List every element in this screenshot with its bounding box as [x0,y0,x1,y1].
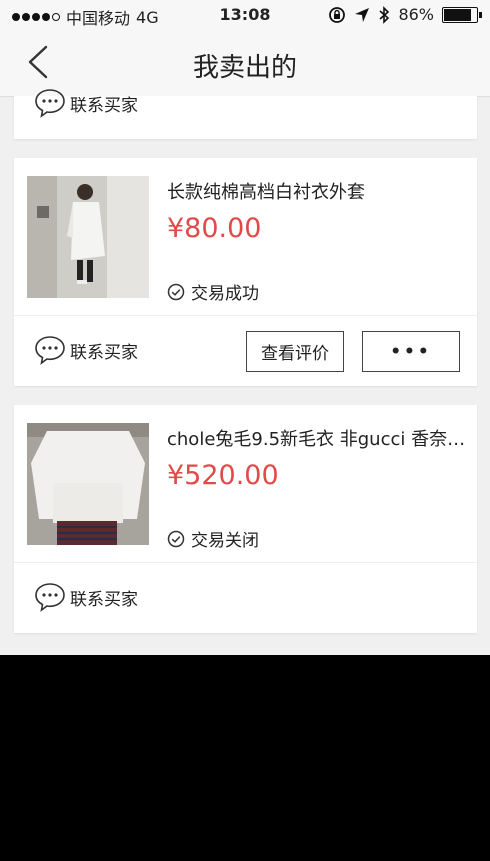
order-status-text: 交易关闭 [191,531,259,551]
rotation-lock-icon [329,6,346,23]
order-card[interactable]: chole兔毛9.5新毛衣 非gucci 香奈… ¥520.00 交易关闭 联系… [14,405,477,633]
battery-percent: 86% [398,5,434,24]
chat-bubble-icon [35,583,65,612]
order-status: 交易成功 [167,279,259,304]
product-name[interactable]: 长款纯棉高档白衬衣外套 [167,178,467,204]
contact-buyer-label: 联系买家 [70,95,138,116]
battery-icon [442,6,482,23]
check-circle-icon [167,283,185,300]
chat-bubble-icon [35,336,65,365]
page-title: 我卖出的 [192,53,297,83]
check-circle-icon [167,530,185,547]
product-image[interactable] [27,176,149,298]
product-image[interactable] [27,423,149,545]
contact-buyer-button[interactable]: 联系买家 [34,88,138,118]
order-card[interactable]: 长款纯棉高档白衬衣外套 ¥80.00 交易成功 联系买家 查看评价 ••• [14,158,477,386]
view-review-button[interactable]: 查看评价 [246,331,344,372]
contact-buyer-button[interactable]: 联系买家 [34,335,138,365]
product-name[interactable]: chole兔毛9.5新毛衣 非gucci 香奈… [167,425,467,451]
product-price: ¥520.00 [167,460,279,491]
nav-bar: 我卖出的 [0,30,490,97]
contact-buyer-button[interactable]: 联系买家 [34,582,138,612]
status-bar: 中国移动 4G 13:08 86% [0,0,490,30]
product-price: ¥80.00 [167,213,262,244]
chat-bubble-icon [35,89,65,118]
contact-buyer-label: 联系买家 [70,589,138,610]
order-status: 交易关闭 [167,526,259,551]
order-status-text: 交易成功 [191,284,259,304]
more-options-button[interactable]: ••• [362,331,460,372]
bluetooth-icon [379,5,390,24]
location-icon [355,7,370,22]
app-screen: 中国移动 4G 13:08 86% 我卖出的 联系买家 长款纯棉高档白衬衣外套 … [0,0,490,655]
divider [14,315,477,316]
order-card: 联系买家 [14,89,477,139]
divider [14,562,477,563]
contact-buyer-label: 联系买家 [70,342,138,363]
